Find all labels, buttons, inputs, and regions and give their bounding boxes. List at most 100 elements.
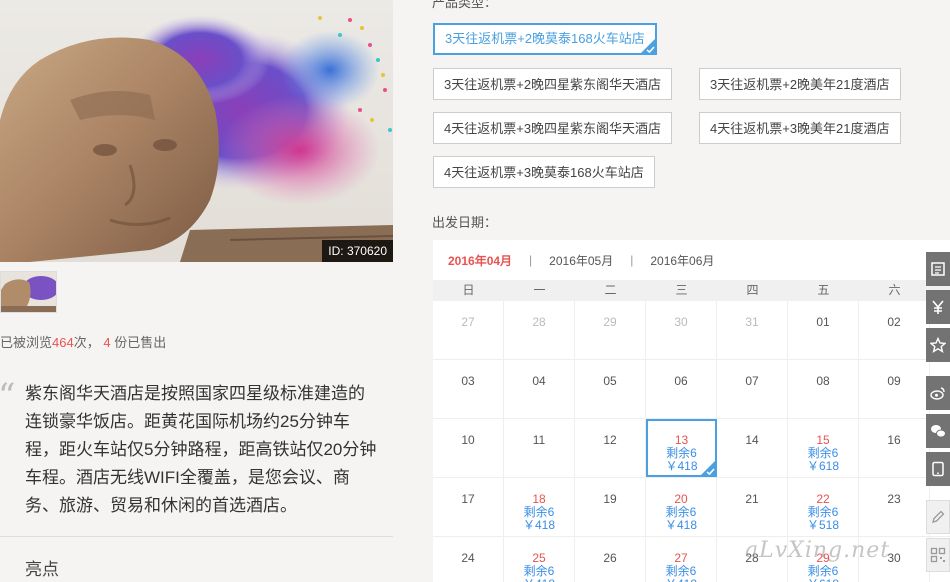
star-icon[interactable]	[926, 328, 950, 362]
calendar-day: 26	[575, 537, 646, 582]
day-number: 08	[816, 374, 830, 388]
day-price: ￥418	[646, 578, 716, 582]
weekday-label: 四	[746, 283, 759, 297]
day-number: 31	[745, 315, 759, 329]
product-option-label: 3天往返机票+2晚莫泰168火车站店	[445, 31, 645, 46]
departure-calendar: 2016年04月 | 2016年05月 | 2016年06月 日 一 二 三 四 五 六 2…	[433, 240, 950, 582]
calendar-day-available[interactable]: 13 剩余6 ￥418	[646, 419, 717, 477]
sold-suffix: 份已售出	[110, 335, 167, 350]
product-option-label: 4天往返机票+3晚美年21度酒店	[710, 121, 890, 136]
day-number: 10	[461, 433, 475, 447]
day-number: 19	[603, 492, 617, 506]
highlights-title: 亮点	[25, 560, 59, 579]
description-text: 紫东阁华天酒店是按照国家四星级标准建造的连锁豪华饭店。距黄花国际机场约25分钟车…	[25, 384, 377, 515]
day-number: 07	[745, 374, 759, 388]
calendar-day: 07	[717, 360, 788, 418]
calendar-day-available[interactable]: 20 剩余6 ￥418	[646, 478, 717, 536]
qrcode-icon[interactable]	[926, 538, 950, 572]
day-number: 04	[532, 374, 546, 388]
calendar-day-available[interactable]: 18 剩余6 ￥418	[504, 478, 575, 536]
day-number: 18	[532, 492, 546, 506]
day-price: ￥418	[504, 578, 574, 582]
day-number: 30	[674, 315, 688, 329]
product-option-2[interactable]: 3天往返机票+2晚四星紫东阁华天酒店	[433, 68, 673, 100]
day-number: 27	[461, 315, 475, 329]
day-number: 15	[816, 433, 830, 447]
views-prefix: 已被浏览	[0, 335, 53, 350]
watermark: aLvXing.net	[745, 538, 891, 563]
month-tabs: 2016年04月 | 2016年05月 | 2016年06月	[433, 240, 950, 280]
divider	[0, 536, 393, 537]
weekday-label: 一	[533, 283, 546, 297]
calendar-day: 23	[859, 478, 930, 536]
hotel-description: “ 紫东阁华天酒店是按照国家四星级标准建造的连锁豪华饭店。距黄花国际机场约25分…	[0, 376, 393, 520]
day-number: 28	[532, 315, 546, 329]
selected-check-icon	[639, 38, 656, 54]
day-number: 22	[816, 492, 830, 506]
day-number: 02	[887, 315, 901, 329]
day-number: 20	[674, 492, 688, 506]
product-option-6[interactable]: 4天往返机票+3晚莫泰168火车站店	[433, 156, 655, 188]
calendar-day: 28	[504, 301, 575, 359]
yen-icon[interactable]	[926, 290, 950, 324]
day-number: 27	[674, 551, 688, 565]
image-id-badge: ID: 370620	[322, 240, 393, 262]
calendar-day: 04	[504, 360, 575, 418]
product-option-label: 3天往返机票+2晚四星紫东阁华天酒店	[444, 77, 662, 92]
edit-icon[interactable]	[926, 500, 950, 534]
tab-month-may[interactable]: 2016年05月	[549, 252, 613, 269]
product-option-5[interactable]: 4天往返机票+3晚美年21度酒店	[699, 112, 901, 144]
weekday-label: 日	[462, 283, 475, 297]
day-number: 21	[745, 492, 759, 506]
product-option-4[interactable]: 4天往返机票+3晚四星紫东阁华天酒店	[433, 112, 673, 144]
tablet-icon[interactable]	[926, 452, 950, 486]
day-number: 11	[532, 433, 546, 447]
thumbnail-image	[1, 276, 56, 312]
calendar-day: 21	[717, 478, 788, 536]
weekday-label: 二	[604, 283, 617, 297]
day-number: 29	[603, 315, 617, 329]
sold-count: 4	[103, 335, 111, 350]
calendar-week-row: 10 11 12 13 剩余6 ￥418 14 15 剩余6 ￥618 16	[433, 419, 950, 478]
list-icon[interactable]	[926, 252, 950, 286]
tab-month-april[interactable]: 2016年04月	[448, 252, 512, 269]
day-price: ￥418	[522, 518, 556, 532]
calendar-day-available[interactable]: 22 剩余6 ￥518	[788, 478, 859, 536]
calendar-day-available[interactable]: 15 剩余6 ￥618	[788, 419, 859, 477]
quote-icon: “	[0, 376, 15, 416]
weekday-label: 五	[817, 283, 830, 297]
weibo-icon[interactable]	[926, 376, 950, 410]
sculpture-image	[0, 15, 393, 262]
tab-month-june[interactable]: 2016年06月	[650, 252, 714, 269]
calendar-day: 08	[788, 360, 859, 418]
calendar-day: 12	[575, 419, 646, 477]
product-option-3[interactable]: 3天往返机票+2晚美年21度酒店	[699, 68, 901, 100]
selected-check-icon	[700, 460, 716, 476]
calendar-week-row: 03 04 05 06 07 08 09	[433, 360, 950, 419]
tab-separator: |	[630, 253, 634, 267]
product-type-label: 产品类型：	[432, 0, 498, 10]
product-option-1[interactable]: 3天往返机票+2晚莫泰168火车站店	[433, 23, 657, 55]
calendar-day-available[interactable]: 25剩余6￥418	[504, 537, 575, 582]
view-count: 464	[52, 335, 74, 350]
calendar-day: 02	[859, 301, 930, 359]
calendar-day: 05	[575, 360, 646, 418]
day-price: ￥418	[664, 518, 698, 532]
calendar-day: 11	[504, 419, 575, 477]
image-thumbnail[interactable]	[0, 271, 57, 313]
day-number: 05	[603, 374, 617, 388]
calendar-day: 09	[859, 360, 930, 418]
calendar-day: 24	[433, 537, 504, 582]
day-price: ￥618	[788, 578, 858, 582]
calendar-day-available[interactable]: 27剩余6￥418	[646, 537, 717, 582]
day-number: 26	[603, 551, 617, 565]
day-number: 01	[816, 315, 830, 329]
calendar-day: 14	[717, 419, 788, 477]
calendar-day: 10	[433, 419, 504, 477]
product-hero-image[interactable]: ID: 370620	[0, 0, 393, 262]
wechat-icon[interactable]	[926, 414, 950, 448]
product-option-label: 3天往返机票+2晚美年21度酒店	[710, 77, 890, 92]
calendar-day: 16	[859, 419, 930, 477]
day-price: ￥518	[806, 518, 840, 532]
day-number: 24	[461, 551, 475, 565]
